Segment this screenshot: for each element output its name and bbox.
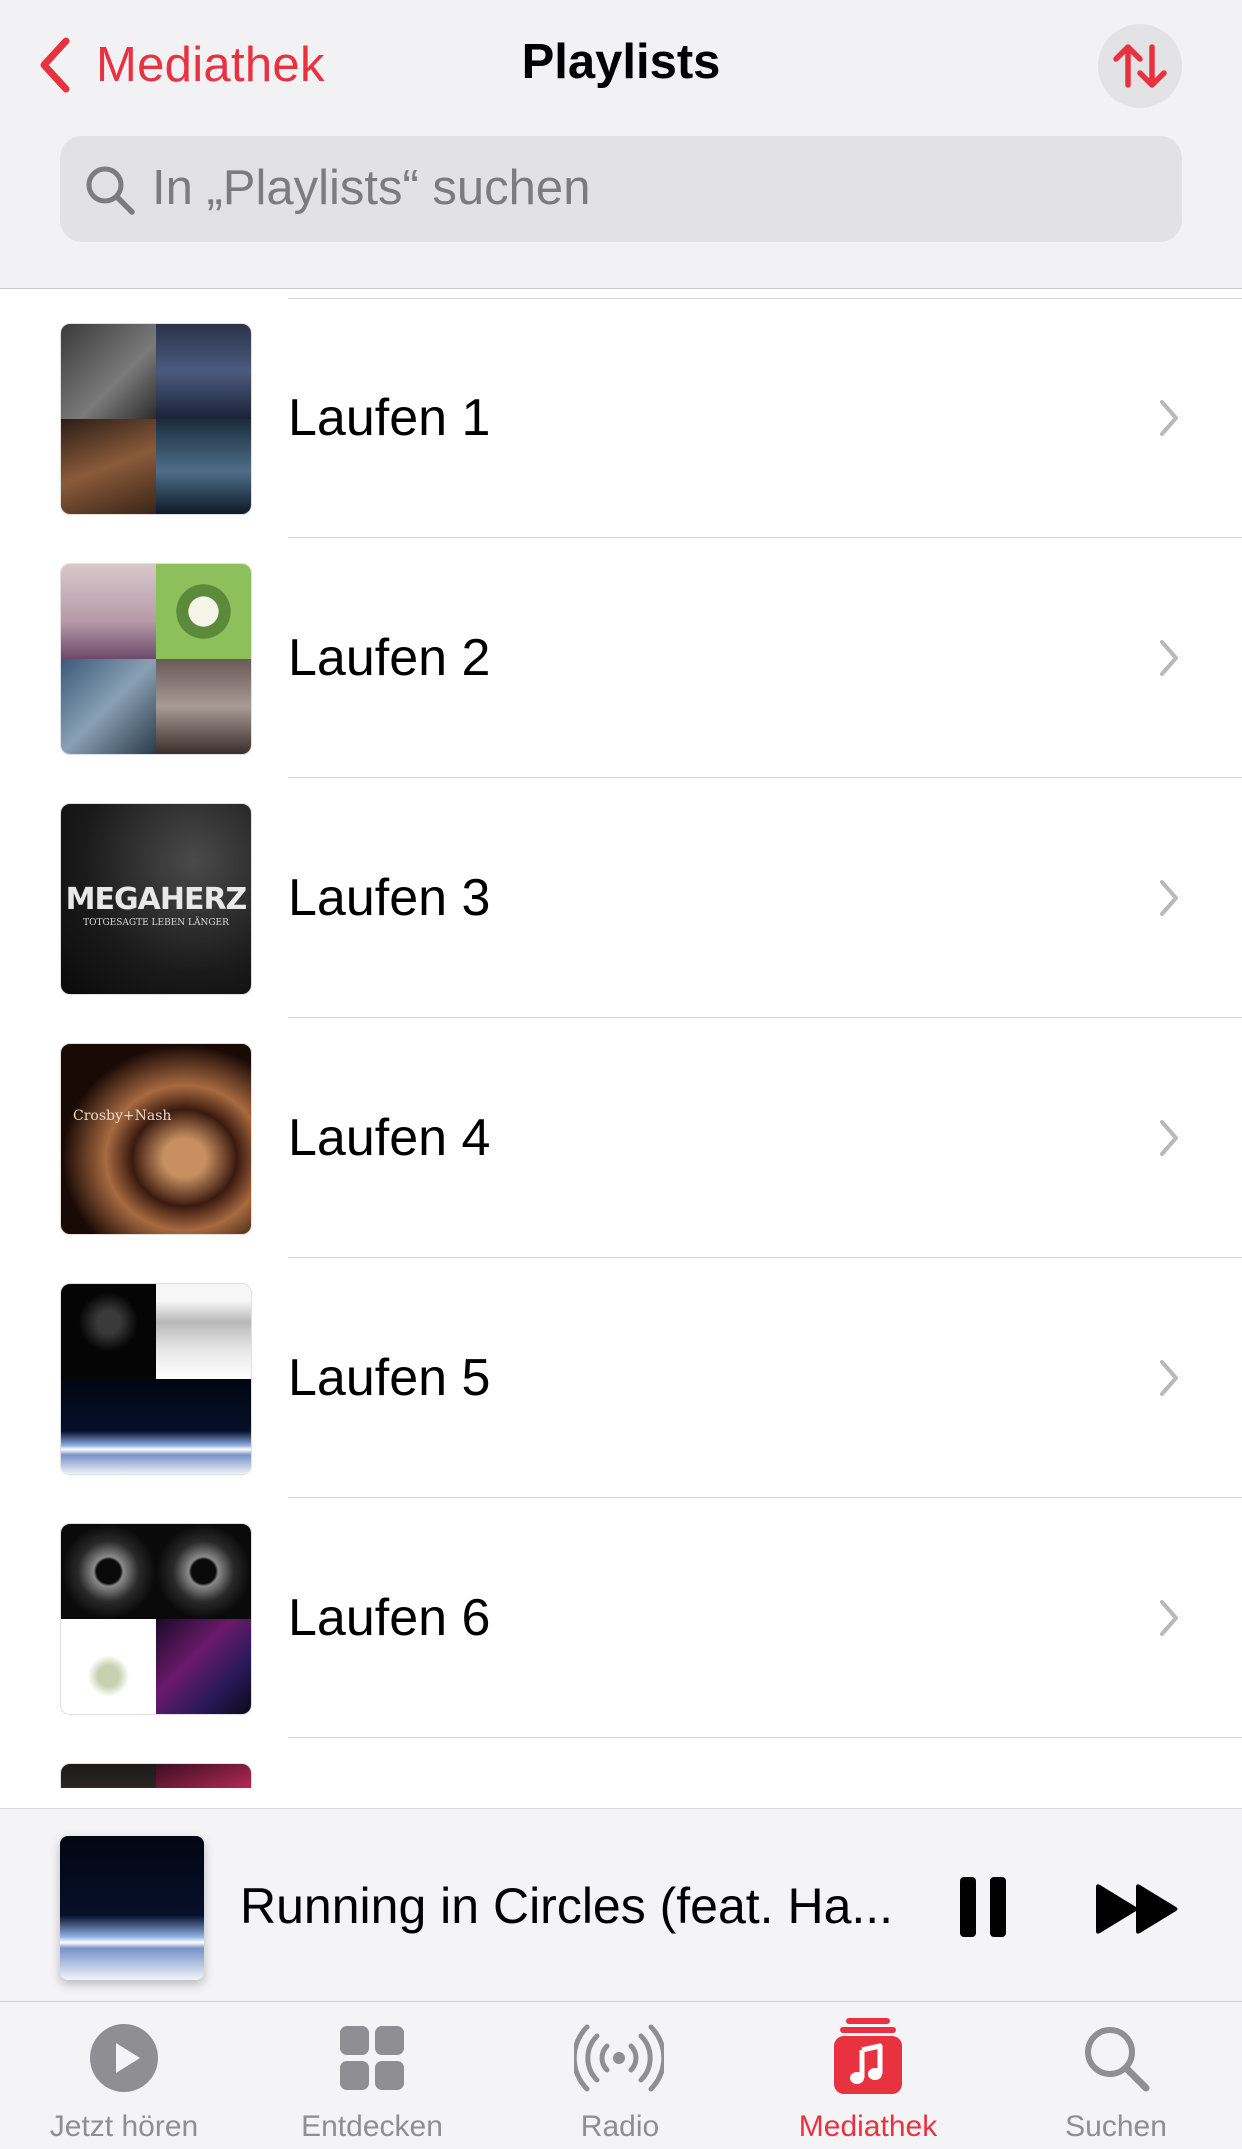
tab-suchen[interactable]: Suchen [992,2002,1240,2149]
tab-label: Entdecken [301,2110,443,2143]
tab-label: Radio [580,2110,660,2143]
playlist-name: Laufen 1 [288,389,491,447]
chevron-right-icon [1160,400,1178,436]
chevron-right-icon [1160,880,1178,916]
playlist-row[interactable]: Laufen 6 [0,1498,1242,1738]
music-library-icon [834,2018,902,2094]
now-playing-artwork [60,1836,204,1980]
sort-arrows-icon [1113,44,1167,88]
artwork-subtitle: TOTGESAGTE LEBEN LÄNGER [83,918,229,928]
chevron-right-icon [1160,640,1178,676]
playlist-artwork: MEGAHERZ TOTGESAGTE LEBEN LÄNGER [60,803,252,995]
search-field[interactable]: In „Playlists“ suchen [60,136,1182,242]
sort-button[interactable] [1098,24,1182,108]
playlist-row[interactable]: Crosby+Nash Laufen 4 [0,1018,1242,1258]
tab-bar: Jetzt hören Entdecken Radio Mediathek Su… [0,2001,1242,2149]
radio-waves-icon [574,2024,664,2092]
playlist-name: Laufen 5 [288,1349,491,1407]
playlist-name: Laufen 2 [288,629,491,687]
playlist-artwork [60,323,252,515]
playlist-list: Laufen 1 Laufen 2 MEGAHERZ TOTGESAGTE LE… [0,298,1242,1788]
navigation-header: Mediathek Playlists In „Playlists“ suche… [0,0,1242,289]
tab-mediathek[interactable]: Mediathek [744,2002,992,2149]
mini-player[interactable]: Running in Circles (feat. Ha... [0,1808,1242,2001]
tab-entdecken[interactable]: Entdecken [248,2002,496,2149]
playlist-row[interactable]: Laufen 5 [0,1258,1242,1498]
playlist-artwork [60,1283,252,1475]
grid-icon [340,2026,404,2090]
playlist-row[interactable]: MEGAHERZ TOTGESAGTE LEBEN LÄNGER Laufen … [0,778,1242,1018]
search-icon [1085,2027,1150,2092]
playlist-row[interactable] [0,1738,1242,1788]
chevron-right-icon [1160,1600,1178,1636]
playlist-name: Laufen 4 [288,1109,491,1167]
playlist-artwork [60,1523,252,1715]
chevron-right-icon [1160,1360,1178,1396]
playlist-artwork [60,1763,252,1788]
tab-label: Suchen [1065,2110,1167,2143]
pause-icon[interactable] [958,1875,1008,1939]
now-playing-title: Running in Circles (feat. Ha... [240,1878,894,1934]
playlist-name: Laufen 6 [288,1589,491,1647]
search-placeholder: In „Playlists“ suchen [152,161,591,215]
search-icon [86,166,135,215]
chevron-right-icon [1160,1120,1178,1156]
artwork-title: MEGAHERZ [65,882,248,917]
tab-jetzt-hoeren[interactable]: Jetzt hören [0,2002,248,2149]
playlist-name: Laufen 3 [288,869,491,927]
playlist-row[interactable]: Laufen 1 [0,298,1242,538]
tab-label: Mediathek [798,2110,938,2143]
playlist-row[interactable]: Laufen 2 [0,538,1242,778]
tab-radio[interactable]: Radio [496,2002,744,2149]
fast-forward-icon[interactable] [1092,1881,1184,1937]
tab-label: Jetzt hören [49,2110,199,2143]
playlist-artwork: Crosby+Nash [60,1043,252,1235]
artwork-title: Crosby+Nash [73,1108,172,1124]
page-title: Playlists [521,35,721,89]
play-circle-icon [90,2024,158,2092]
playlist-artwork [60,563,252,755]
